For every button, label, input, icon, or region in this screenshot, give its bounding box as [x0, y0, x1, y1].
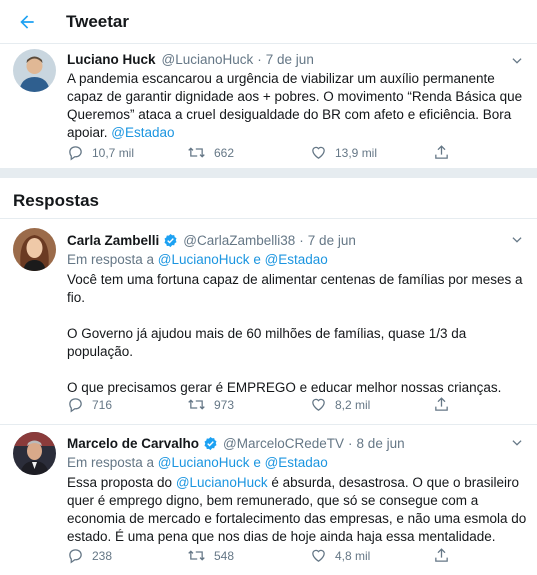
reply-count: 10,7 mil [92, 145, 135, 160]
main-tweet[interactable]: Luciano Huck @LucianoHuck · 7 de jun A p… [0, 44, 537, 168]
chevron-down-icon[interactable] [510, 233, 524, 247]
like-button[interactable]: 8,2 mil [310, 396, 370, 413]
reply-tweet[interactable]: Marcelo de Carvalho @MarceloCRedeTV · 8 … [0, 425, 537, 575]
tweet-date[interactable]: 8 de jun [357, 436, 405, 451]
chevron-down-icon[interactable] [510, 436, 524, 450]
tweet-actions: 238 548 4,8 mil [67, 547, 457, 567]
retweet-icon [188, 550, 205, 561]
mention-link[interactable]: @Estadao [111, 125, 174, 140]
mention-link[interactable]: @LucianoHuck [158, 252, 250, 267]
reply-count: 238 [92, 548, 113, 563]
share-button[interactable] [433, 547, 458, 564]
share-icon [435, 145, 448, 159]
reply-button[interactable]: 238 [67, 547, 112, 564]
verified-badge-icon [163, 233, 178, 248]
avatar[interactable] [13, 228, 56, 271]
tweet-text-start: Essa proposta do [67, 475, 176, 490]
author-name[interactable]: Marcelo de Carvalho [67, 436, 199, 451]
retweet-icon [188, 147, 205, 158]
author-handle[interactable]: @CarlaZambelli38 [183, 233, 295, 248]
responses-heading: Respostas [13, 191, 99, 210]
reply-icon [69, 146, 82, 161]
tweet-text: Essa proposta do @LucianoHuck é absurda,… [67, 474, 527, 546]
like-count: 8,2 mil [335, 397, 371, 412]
mention-link[interactable]: @LucianoHuck [158, 455, 250, 470]
share-button[interactable] [433, 396, 458, 413]
top-bar: Tweetar [0, 0, 537, 44]
retweet-count: 973 [214, 397, 235, 412]
tweet-date[interactable]: 7 de jun [308, 233, 356, 248]
heart-icon [312, 146, 325, 159]
verified-badge-icon [203, 436, 218, 451]
like-count: 13,9 mil [335, 145, 378, 160]
reply-conjunction: e [249, 252, 265, 267]
tweet-actions: 716 973 8,2 mil [67, 396, 457, 416]
share-icon [435, 397, 448, 411]
author-handle[interactable]: @LucianoHuck [162, 52, 254, 67]
author-name[interactable]: Carla Zambelli [67, 233, 159, 248]
reply-context: Em resposta a @LucianoHuck e @Estadao [67, 251, 527, 269]
dot-separator: · [257, 51, 262, 67]
retweet-button[interactable]: 973 [187, 396, 234, 413]
dot-separator: · [299, 232, 304, 248]
avatar[interactable] [13, 49, 56, 92]
reply-icon [69, 398, 82, 413]
share-button[interactable] [433, 144, 458, 161]
tweet-actions: 10,7 mil 662 13,9 mil [67, 144, 457, 164]
tweet-date[interactable]: 7 de jun [266, 52, 314, 67]
avatar[interactable] [13, 432, 56, 475]
retweet-icon [188, 399, 205, 410]
retweet-button[interactable]: 662 [187, 144, 234, 161]
reply-icon [69, 549, 82, 564]
back-button[interactable] [0, 0, 54, 44]
mention-link[interactable]: @Estadao [265, 252, 328, 267]
like-button[interactable]: 13,9 mil [310, 144, 377, 161]
chevron-down-icon[interactable] [510, 54, 524, 68]
share-icon [435, 548, 448, 562]
reply-prefix: Em resposta a [67, 455, 158, 470]
page-title: Tweetar [66, 11, 129, 31]
mention-link[interactable]: @Estadao [265, 455, 328, 470]
arrow-left-icon [20, 14, 34, 29]
dot-separator: · [348, 435, 353, 451]
heart-icon [312, 398, 325, 411]
retweet-button[interactable]: 548 [187, 547, 234, 564]
retweet-count: 548 [214, 548, 235, 563]
reply-tweet[interactable]: Carla Zambelli @CarlaZambelli38 · 7 de j… [0, 219, 537, 424]
retweet-count: 662 [214, 145, 235, 160]
section-divider [0, 168, 537, 178]
reply-count: 716 [92, 397, 113, 412]
like-count: 4,8 mil [335, 548, 371, 563]
reply-button[interactable]: 10,7 mil [67, 144, 134, 161]
reply-conjunction: e [249, 455, 265, 470]
tweet-text: Você tem uma fortuna capaz de alimentar … [67, 272, 523, 395]
mention-link[interactable]: @LucianoHuck [176, 475, 268, 490]
like-button[interactable]: 4,8 mil [310, 547, 370, 564]
heart-icon [312, 549, 325, 562]
reply-button[interactable]: 716 [67, 396, 112, 413]
tweet-text: A pandemia escancarou a urgência de viab… [67, 70, 527, 142]
author-handle[interactable]: @MarceloCRedeTV [223, 436, 344, 451]
reply-prefix: Em resposta a [67, 252, 158, 267]
author-name[interactable]: Luciano Huck [67, 52, 156, 67]
reply-context: Em resposta a @LucianoHuck e @Estadao [67, 454, 527, 472]
